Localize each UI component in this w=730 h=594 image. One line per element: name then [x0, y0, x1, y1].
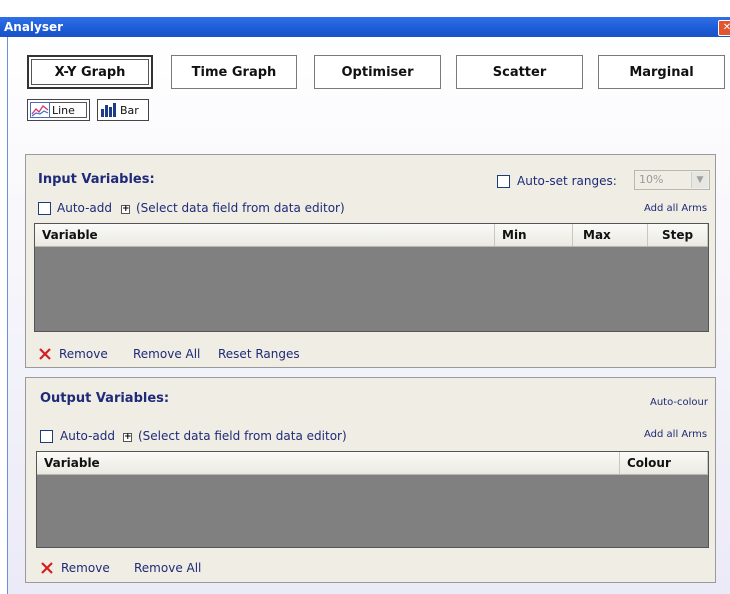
close-icon[interactable]: ✕ — [718, 20, 730, 36]
output-variables-title: Output Variables: — [40, 391, 170, 406]
auto-set-ranges-label: Auto-set ranges: — [517, 174, 617, 188]
window-titlebar: Analyser ✕ — [0, 17, 730, 37]
remove-x-icon[interactable] — [38, 347, 52, 361]
window-title: Analyser — [4, 20, 64, 34]
output-table-header: Variable Colour — [37, 452, 708, 475]
column-header-max[interactable]: Max — [573, 224, 648, 246]
line-chart-icon — [30, 102, 50, 118]
reset-ranges-button[interactable]: Reset Ranges — [218, 347, 300, 361]
column-header-step[interactable]: Step — [648, 224, 708, 246]
input-variables-table[interactable]: Variable Min Max Step — [34, 223, 709, 332]
range-percent-value: 10% — [639, 173, 664, 186]
column-header-min[interactable]: Min — [495, 224, 573, 246]
input-variables-title: Input Variables: — [38, 172, 155, 187]
column-header-variable[interactable]: Variable — [37, 452, 620, 474]
input-auto-add-checkbox[interactable] — [38, 202, 51, 215]
tab-time-graph[interactable]: Time Graph — [171, 55, 297, 89]
input-select-field-link[interactable]: (Select data field from data editor) — [136, 201, 345, 215]
column-header-colour[interactable]: Colour — [620, 452, 708, 474]
bar-graph-button[interactable]: Bar — [97, 99, 149, 121]
column-header-variable[interactable]: Variable — [35, 224, 495, 246]
line-graph-label: Line — [52, 103, 75, 117]
chevron-down-icon: ▼ — [691, 172, 708, 188]
input-variables-panel: Input Variables: Auto-set ranges: 10% ▼ … — [25, 154, 716, 368]
output-variables-panel: Output Variables: Auto-colour Auto-add +… — [25, 377, 716, 583]
tab-optimiser[interactable]: Optimiser — [314, 55, 441, 89]
auto-set-ranges-checkbox[interactable] — [497, 175, 510, 188]
analyser-window: X-Y Graph Time Graph Optimiser Scatter M… — [7, 37, 730, 594]
output-remove-button[interactable]: Remove — [61, 561, 110, 575]
line-graph-button[interactable]: Line — [27, 99, 90, 121]
tab-scatter[interactable]: Scatter — [456, 55, 583, 89]
expand-plus-icon[interactable]: + — [121, 205, 130, 214]
output-auto-add-checkbox[interactable] — [40, 430, 53, 443]
bar-chart-icon — [101, 103, 116, 117]
bar-graph-label: Bar — [120, 103, 139, 117]
input-auto-add-label: Auto-add — [57, 201, 113, 215]
remove-x-icon[interactable] — [40, 561, 54, 575]
tab-marginal[interactable]: Marginal — [598, 55, 725, 89]
output-add-all-arms-link[interactable]: Add all Arms — [644, 429, 707, 440]
expand-plus-icon[interactable]: + — [123, 433, 132, 442]
auto-colour-link[interactable]: Auto-colour — [650, 397, 708, 408]
output-select-field-link[interactable]: (Select data field from data editor) — [138, 429, 347, 443]
output-variables-table[interactable]: Variable Colour — [36, 451, 709, 548]
input-add-all-arms-link[interactable]: Add all Arms — [644, 203, 707, 214]
output-auto-add-label: Auto-add — [60, 429, 116, 443]
input-table-header: Variable Min Max Step — [35, 224, 708, 247]
output-remove-all-button[interactable]: Remove All — [134, 561, 201, 575]
input-remove-all-button[interactable]: Remove All — [133, 347, 200, 361]
range-percent-select[interactable]: 10% ▼ — [634, 170, 710, 190]
input-remove-button[interactable]: Remove — [59, 347, 108, 361]
tab-xy-graph[interactable]: X-Y Graph — [27, 55, 153, 89]
